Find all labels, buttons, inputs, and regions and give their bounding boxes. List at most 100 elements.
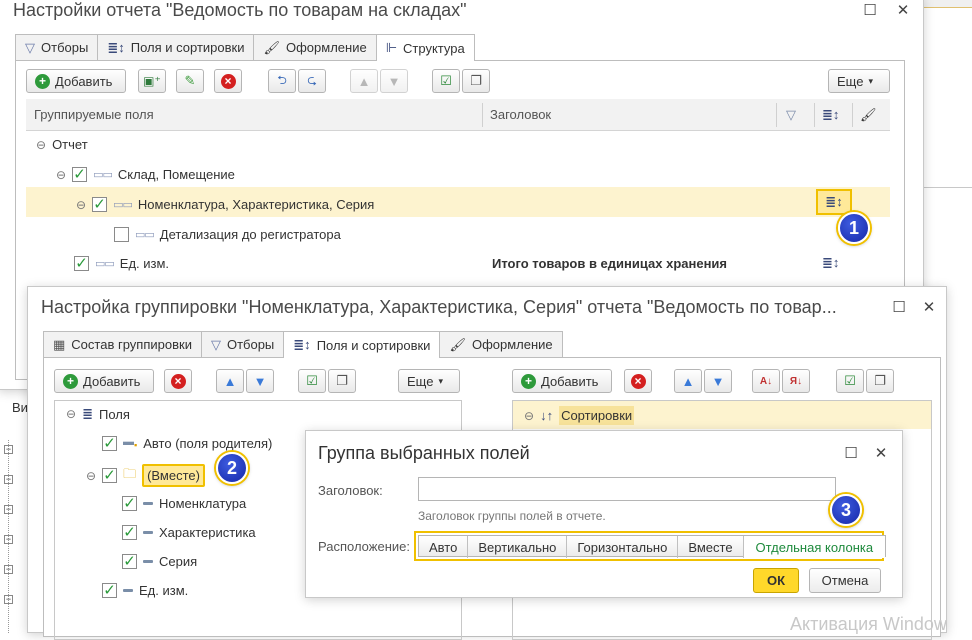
row-checkbox[interactable]: ✓ bbox=[92, 197, 108, 212]
move-down-button[interactable]: ▼ bbox=[704, 369, 732, 393]
column-separator bbox=[814, 103, 815, 127]
dialog-title: Группа выбранных полей bbox=[318, 443, 530, 463]
tab-design[interactable]: 🖌 Оформление bbox=[439, 331, 563, 357]
maximize-button[interactable]: ☐ bbox=[890, 299, 908, 317]
row-label: Детализация до регистратора bbox=[159, 227, 341, 242]
tab-filters[interactable]: ▽ Отборы bbox=[15, 34, 99, 60]
add-grouping-button[interactable]: ▣⁺ bbox=[138, 69, 166, 93]
fields-list-icon: ≣ bbox=[82, 406, 93, 421]
arrow-up-icon: ▲ bbox=[357, 73, 371, 89]
row-checkbox[interactable]: ✓ bbox=[102, 468, 118, 483]
add-field-button[interactable]: + Добавить bbox=[54, 369, 154, 393]
add-label: Добавить bbox=[541, 373, 599, 389]
row-label[interactable]: (Вместе) bbox=[142, 464, 205, 487]
tab-label: Оформление bbox=[286, 40, 367, 55]
placement-horizontal[interactable]: Горизонтально bbox=[567, 536, 679, 558]
fields-row-series[interactable]: ✓ Серия bbox=[122, 554, 197, 569]
move-level-down-button[interactable]: ⮎ bbox=[298, 69, 326, 93]
tree-header: Группируемые поля Заголовок ▽ ≣↕ 🖌 bbox=[26, 99, 890, 131]
placement-separate-column[interactable]: Отдельная колонка bbox=[743, 536, 886, 558]
row-checkbox[interactable]: ✓ bbox=[122, 525, 137, 540]
delete-icon: × bbox=[630, 373, 646, 389]
uncheck-all-button[interactable]: ❐ bbox=[328, 369, 356, 393]
move-level-up-button[interactable]: ⮌ bbox=[268, 69, 296, 93]
row-checkbox[interactable]: ✓ bbox=[72, 167, 88, 182]
tab-design[interactable]: 🖌 Оформление bbox=[253, 34, 377, 60]
side-label: Ви bbox=[12, 400, 28, 415]
column-group-fields[interactable]: Группируемые поля bbox=[34, 107, 154, 122]
fields-row-nomenclature[interactable]: ✓ Номенклатура bbox=[122, 496, 246, 511]
row-label: Характеристика bbox=[159, 525, 256, 540]
row-checkbox[interactable] bbox=[114, 227, 129, 242]
edit-button[interactable]: ✎ bbox=[176, 69, 204, 93]
row-checkbox[interactable]: ✓ bbox=[122, 554, 137, 569]
check-all-button[interactable]: ☑ bbox=[836, 369, 864, 393]
row-label: Ед. изм. bbox=[139, 583, 189, 598]
tree-row-detail[interactable]: ▭▭ Детализация до регистратора bbox=[114, 227, 341, 242]
row-checkbox[interactable]: ✓ bbox=[102, 436, 117, 451]
move-down-button[interactable]: ▼ bbox=[380, 69, 408, 93]
delete-sort-button[interactable]: × bbox=[624, 369, 652, 393]
placement-auto[interactable]: Авто bbox=[419, 536, 469, 558]
header-input[interactable] bbox=[418, 477, 836, 501]
row-fields-sort-button[interactable]: ≣↕ bbox=[816, 189, 852, 215]
add-button[interactable]: + Добавить bbox=[26, 69, 126, 93]
row-checkbox[interactable]: ✓ bbox=[122, 496, 137, 511]
tab-fields-sort[interactable]: ≣↕ Поля и сортировки bbox=[97, 34, 255, 60]
tab-structure[interactable]: ⊩ Структура bbox=[375, 34, 475, 61]
close-button[interactable]: ✕ bbox=[894, 2, 912, 20]
fields-row-together[interactable]: ⊖ ✓ 🗀 (Вместе) bbox=[86, 464, 205, 487]
auto-field-icon: ▬▪ bbox=[123, 436, 138, 451]
tree-row-report[interactable]: ⊖ Отчет bbox=[36, 137, 88, 152]
check-all-button[interactable]: ☑ bbox=[432, 69, 460, 93]
tree-row-unit[interactable]: ✓ ▭▭ Ед. изм. bbox=[74, 256, 169, 271]
more-button[interactable]: Еще ▾ bbox=[398, 369, 460, 393]
uncheck-all-button[interactable]: ❐ bbox=[866, 369, 894, 393]
level-down-icon: ⮎ bbox=[307, 72, 317, 87]
placement-together[interactable]: Вместе bbox=[678, 536, 744, 558]
tab-fields-sort[interactable]: ≣↕ Поля и сортировки bbox=[283, 331, 441, 358]
cancel-button[interactable]: Отмена bbox=[809, 568, 881, 593]
filter-icon: ▽ bbox=[25, 39, 35, 55]
close-button[interactable]: ✕ bbox=[920, 299, 938, 317]
fields-row-auto[interactable]: ✓ ▬▪ Авто (поля родителя) bbox=[102, 436, 272, 451]
background-window bbox=[922, 0, 972, 188]
move-up-button[interactable]: ▲ bbox=[674, 369, 702, 393]
tab-label: Поля и сортировки bbox=[316, 337, 431, 353]
row-checkbox[interactable]: ✓ bbox=[102, 583, 117, 598]
row-label: Номенклатура bbox=[159, 496, 247, 511]
fields-row-unit[interactable]: ✓ Ед. изм. bbox=[102, 583, 188, 598]
move-down-button[interactable]: ▼ bbox=[246, 369, 274, 393]
tree-row-nomenclature[interactable]: ⊖ ✓ ▭▭ Номенклатура, Характеристика, Сер… bbox=[76, 197, 374, 212]
column-separator bbox=[776, 103, 777, 127]
fields-sort-icon: ≣↕ bbox=[107, 39, 125, 55]
check-all-button[interactable]: ☑ bbox=[298, 369, 326, 393]
plus-icon: + bbox=[521, 373, 536, 389]
move-up-button[interactable]: ▲ bbox=[350, 69, 378, 93]
arrow-down-icon: ▼ bbox=[387, 73, 401, 89]
close-button[interactable]: ✕ bbox=[872, 445, 890, 463]
tab-grouping-composition[interactable]: ▦ Состав группировки bbox=[43, 331, 202, 357]
placement-vertical[interactable]: Вертикально bbox=[468, 536, 568, 558]
brush-icon: 🖌 bbox=[263, 39, 280, 55]
fields-row-characteristic[interactable]: ✓ Характеристика bbox=[122, 525, 256, 540]
maximize-button[interactable]: ☐ bbox=[842, 445, 860, 463]
delete-field-button[interactable]: × bbox=[164, 369, 192, 393]
uncheck-all-button[interactable]: ❐ bbox=[462, 69, 490, 93]
add-sort-button[interactable]: + Добавить bbox=[512, 369, 612, 393]
tab-filters[interactable]: ▽ Отборы bbox=[200, 331, 285, 357]
tree-row-warehouse[interactable]: ⊖ ✓ ▭▭ Склад, Помещение bbox=[56, 167, 235, 182]
table-icon: ▦ bbox=[53, 336, 66, 352]
row-checkbox[interactable]: ✓ bbox=[74, 256, 89, 271]
delete-button[interactable]: × bbox=[214, 69, 242, 93]
column-header[interactable]: Заголовок bbox=[490, 107, 551, 122]
ok-button[interactable]: ОК bbox=[753, 568, 799, 593]
maximize-button[interactable]: ☐ bbox=[861, 2, 879, 20]
more-button[interactable]: Еще ▾ bbox=[828, 69, 890, 93]
move-up-button[interactable]: ▲ bbox=[216, 369, 244, 393]
fields-row-root[interactable]: ⊖ ≣ Поля bbox=[66, 406, 130, 422]
sort-descending-button[interactable]: Я↓ bbox=[782, 369, 810, 393]
sort-row-root[interactable]: ⊖ ↓↑ Сортировки bbox=[524, 406, 635, 425]
check-all-icon: ☑ bbox=[306, 373, 318, 388]
sort-ascending-button[interactable]: А↓ bbox=[752, 369, 780, 393]
